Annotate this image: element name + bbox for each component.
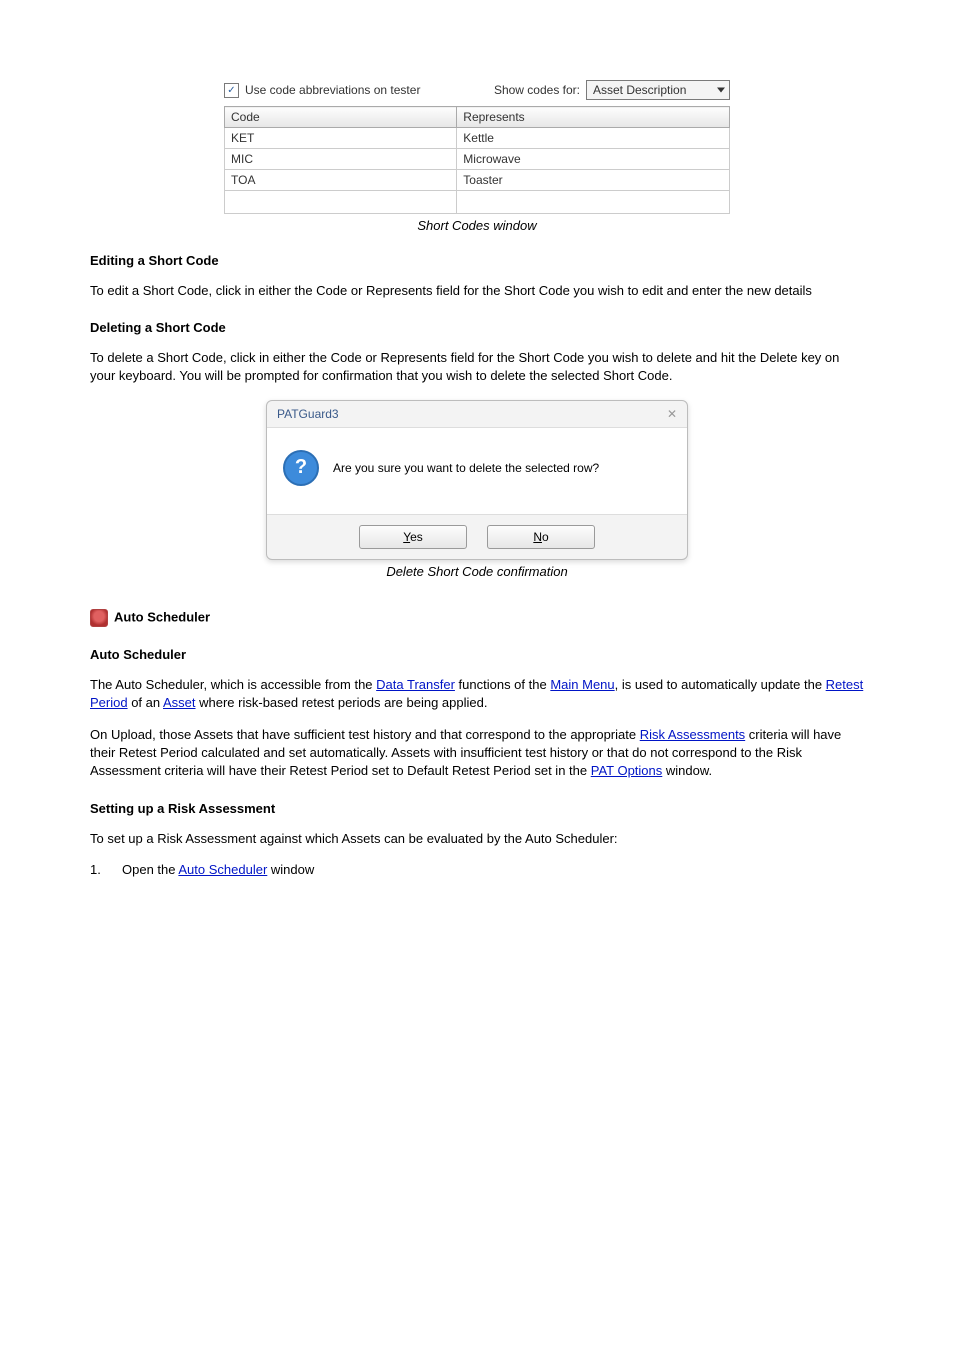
- codes-table: Code Represents KET Kettle MIC Microwave…: [224, 106, 730, 214]
- yes-button[interactable]: Yes: [359, 525, 467, 549]
- code-cell[interactable]: MIC: [225, 149, 457, 170]
- link-data-transfer[interactable]: Data Transfer: [376, 677, 455, 692]
- confirm-dialog: PATGuard3 ✕ ? Are you sure you want to d…: [266, 400, 688, 560]
- question-icon: ?: [283, 450, 319, 486]
- table-row: TOA Toaster: [225, 170, 730, 191]
- col-represents[interactable]: Represents: [457, 107, 730, 128]
- heading-setting-up-risk-assessment: Setting up a Risk Assessment: [90, 801, 864, 816]
- show-codes-for-dropdown[interactable]: Asset Description: [586, 80, 730, 100]
- represents-cell[interactable]: Microwave: [457, 149, 730, 170]
- codes-panel: ✓ Use code abbreviations on tester Show …: [224, 80, 730, 214]
- auto-scheduler-icon: [90, 609, 108, 627]
- heading-editing-short-code: Editing a Short Code: [90, 253, 864, 268]
- link-risk-assessments[interactable]: Risk Assessments: [640, 727, 745, 742]
- checkbox-label: Use code abbreviations on tester: [245, 83, 420, 97]
- table-row-empty: [225, 191, 730, 214]
- link-pat-options[interactable]: PAT Options: [591, 763, 663, 778]
- checkbox-icon: ✓: [224, 83, 239, 98]
- col-code[interactable]: Code: [225, 107, 457, 128]
- paragraph: The Auto Scheduler, which is accessible …: [90, 676, 864, 712]
- link-auto-scheduler[interactable]: Auto Scheduler: [178, 862, 267, 877]
- link-asset[interactable]: Asset: [163, 695, 196, 710]
- heading-auto-scheduler: Auto Scheduler: [90, 609, 864, 627]
- represents-cell[interactable]: Kettle: [457, 128, 730, 149]
- table-row: KET Kettle: [225, 128, 730, 149]
- paragraph: To edit a Short Code, click in either th…: [90, 282, 864, 300]
- heading-deleting-short-code: Deleting a Short Code: [90, 320, 864, 335]
- paragraph: To set up a Risk Assessment against whic…: [90, 830, 864, 848]
- caption: Short Codes window: [90, 218, 864, 233]
- use-code-abbrev-checkbox[interactable]: ✓ Use code abbreviations on tester: [224, 83, 420, 98]
- close-icon[interactable]: ✕: [667, 407, 677, 421]
- show-codes-for-label: Show codes for:: [494, 83, 580, 97]
- dialog-title: PATGuard3: [277, 407, 339, 421]
- paragraph: To delete a Short Code, click in either …: [90, 349, 864, 385]
- no-button[interactable]: No: [487, 525, 595, 549]
- code-cell[interactable]: KET: [225, 128, 457, 149]
- table-row: MIC Microwave: [225, 149, 730, 170]
- code-cell[interactable]: TOA: [225, 170, 457, 191]
- dialog-message: Are you sure you want to delete the sele…: [333, 461, 599, 475]
- represents-cell[interactable]: [457, 191, 730, 214]
- paragraph: On Upload, those Assets that have suffic…: [90, 726, 864, 781]
- step-number: 1.: [90, 862, 112, 877]
- code-cell[interactable]: [225, 191, 457, 214]
- caption: Delete Short Code confirmation: [90, 564, 864, 579]
- dropdown-value: Asset Description: [593, 83, 686, 97]
- chevron-down-icon: [717, 88, 725, 93]
- subheading-auto-scheduler: Auto Scheduler: [90, 647, 864, 662]
- represents-cell[interactable]: Toaster: [457, 170, 730, 191]
- link-main-menu[interactable]: Main Menu: [550, 677, 614, 692]
- step-1: 1. Open the Auto Scheduler window: [90, 862, 864, 877]
